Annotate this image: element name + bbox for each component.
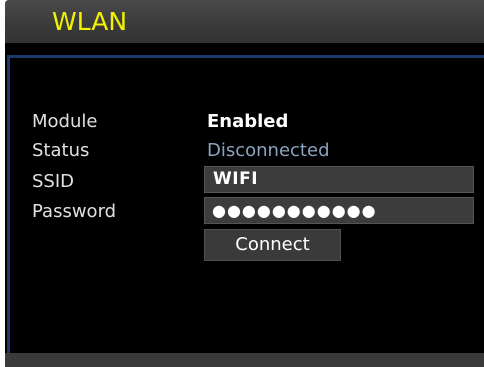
password-label: Password bbox=[32, 201, 117, 222]
page-title: WLAN bbox=[52, 7, 128, 36]
module-label: Module bbox=[32, 111, 98, 132]
content-left-border bbox=[7, 55, 10, 367]
module-value: Enabled bbox=[207, 111, 289, 132]
status-label: Status bbox=[32, 140, 90, 161]
connect-button[interactable]: Connect bbox=[204, 229, 341, 261]
header-divider bbox=[7, 55, 484, 66]
status-value: Disconnected bbox=[207, 140, 330, 161]
wlan-screen: WLAN Module Enabled Status Disconnected … bbox=[5, 0, 484, 367]
ssid-value: WIFI bbox=[213, 169, 259, 189]
password-field[interactable]: ●●●●●●●●●●● bbox=[204, 197, 474, 224]
bottom-bar bbox=[5, 353, 484, 367]
ssid-label: SSID bbox=[32, 171, 75, 192]
title-bar: WLAN bbox=[5, 0, 484, 43]
password-value: ●●●●●●●●●●● bbox=[212, 201, 377, 220]
ssid-field[interactable]: WIFI bbox=[204, 166, 474, 193]
